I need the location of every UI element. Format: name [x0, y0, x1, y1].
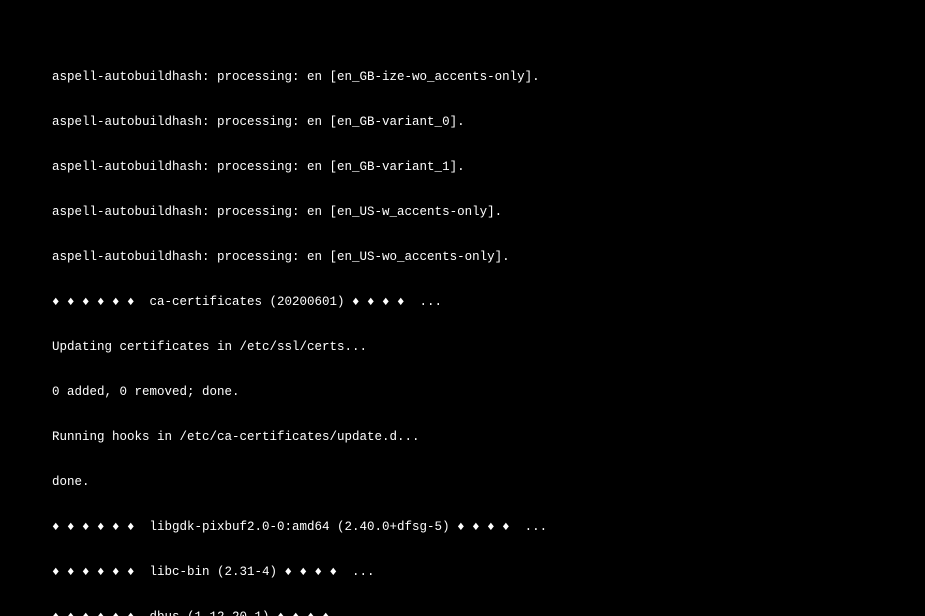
log-line: ♦ ♦ ♦ ♦ ♦ ♦ dbus (1.12.20-1) ♦ ♦ ♦ ♦ ... — [52, 610, 925, 616]
log-line: aspell-autobuildhash: processing: en [en… — [52, 115, 925, 130]
log-line: ♦ ♦ ♦ ♦ ♦ ♦ libgdk-pixbuf2.0-0:amd64 (2.… — [52, 520, 925, 535]
log-line: Updating certificates in /etc/ssl/certs.… — [52, 340, 925, 355]
log-line: ♦ ♦ ♦ ♦ ♦ ♦ libc-bin (2.31-4) ♦ ♦ ♦ ♦ ..… — [52, 565, 925, 580]
log-line: aspell-autobuildhash: processing: en [en… — [52, 205, 925, 220]
terminal[interactable]: aspell-autobuildhash: processing: en [en… — [0, 0, 925, 616]
log-line: 0 added, 0 removed; done. — [52, 385, 925, 400]
log-line: aspell-autobuildhash: processing: en [en… — [52, 250, 925, 265]
terminal-output: aspell-autobuildhash: processing: en [en… — [52, 40, 925, 616]
log-line: aspell-autobuildhash: processing: en [en… — [52, 70, 925, 85]
log-line: aspell-autobuildhash: processing: en [en… — [52, 160, 925, 175]
log-line: Running hooks in /etc/ca-certificates/up… — [52, 430, 925, 445]
log-line: done. — [52, 475, 925, 490]
log-line: ♦ ♦ ♦ ♦ ♦ ♦ ca-certificates (20200601) ♦… — [52, 295, 925, 310]
